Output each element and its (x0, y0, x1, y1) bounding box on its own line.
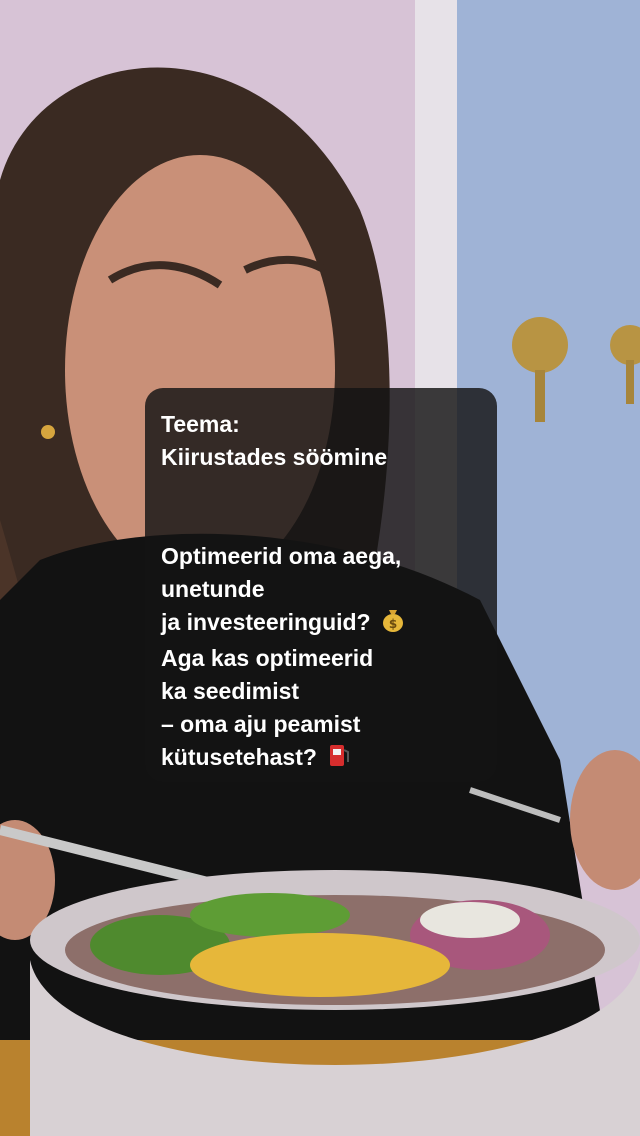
caption-line: Teema: (161, 411, 240, 437)
caption-line: Optimeerid oma aega, (161, 543, 402, 569)
caption-line-with-money: ja investeeringuid? $ (161, 606, 481, 642)
caption-line: kütusetehast? (161, 744, 317, 770)
fuel-pump-icon (327, 742, 351, 777)
svg-text:$: $ (389, 617, 397, 631)
caption-line-with-fuel: kütusetehast? (161, 741, 481, 777)
caption-line: – oma aju peamist (161, 711, 361, 737)
caption-line: ka seedimist (161, 678, 300, 704)
caption-line: Kiirustades söömine (161, 444, 388, 470)
caption-line: Aga kas optimeerid (161, 645, 374, 671)
money-bag-icon: $ (381, 607, 405, 642)
caption-line: ja investeeringuid? (161, 609, 371, 635)
story-frame: Teema: Kiirustades söömine Optimeerid om… (0, 0, 640, 1136)
caption-box: Teema: Kiirustades söömine Optimeerid om… (145, 388, 497, 782)
caption-line: unetunde (161, 576, 265, 602)
